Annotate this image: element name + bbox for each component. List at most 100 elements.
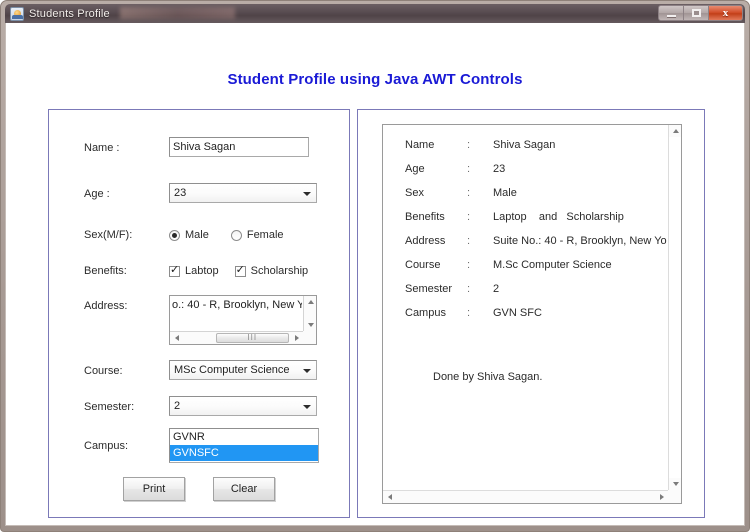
- address-horizontal-scrollbar[interactable]: III: [170, 331, 303, 344]
- list-item[interactable]: GVNSFC: [170, 445, 318, 461]
- output-key: Course: [405, 259, 441, 271]
- radio-male-icon: [169, 229, 180, 241]
- output-key: Campus: [405, 307, 446, 319]
- chevron-left-icon: [387, 494, 392, 500]
- output-key: Semester: [405, 283, 453, 295]
- semester-label: Semester:: [84, 401, 135, 413]
- address-textarea[interactable]: o.: 40 - R, Brooklyn, New York III: [169, 295, 317, 345]
- address-label: Address:: [84, 300, 128, 312]
- chevron-left-icon: [174, 335, 179, 341]
- title-bar-artifact: [120, 7, 235, 19]
- checkbox-scholarship[interactable]: Scholarship: [234, 264, 308, 277]
- campus-listbox[interactable]: GVNR GVNSFC: [169, 428, 319, 463]
- output-row: Campus : GVN SFC: [405, 307, 667, 331]
- field-row-name: Name :: [49, 137, 349, 159]
- output-row: Semester : 2: [405, 283, 667, 307]
- output-value: GVN SFC: [493, 307, 542, 319]
- output-value: Laptop and Scholarship: [493, 211, 624, 223]
- address-value: o.: 40 - R, Brooklyn, New York: [172, 299, 302, 311]
- field-row-campus: Campus: GVNR GVNSFC: [49, 428, 349, 465]
- output-key: Address: [405, 235, 446, 247]
- output-separator: :: [467, 259, 471, 271]
- output-textarea[interactable]: Name : Shiva Sagan Age : 23 Sex : Male B…: [382, 124, 682, 504]
- scroll-down-button[interactable]: [304, 319, 316, 331]
- checkbox-labtop-icon: [169, 264, 180, 277]
- benefits-label: Benefits:: [84, 265, 127, 277]
- scroll-up-button[interactable]: [669, 125, 681, 137]
- application-window: Students Profile x Student Profile using…: [0, 0, 750, 532]
- output-note: Done by Shiva Sagan.: [433, 371, 543, 383]
- field-row-semester: Semester: 2: [49, 396, 349, 418]
- scroll-left-button[interactable]: [170, 332, 183, 344]
- course-value: MSc Computer Science: [174, 364, 290, 376]
- field-row-address: Address: o.: 40 - R, Brooklyn, New York: [49, 295, 349, 347]
- scroll-down-button[interactable]: [669, 478, 681, 490]
- output-key: Sex: [405, 187, 424, 199]
- chevron-up-icon: [307, 300, 314, 304]
- radio-female-icon: [230, 229, 242, 241]
- output-row: Address : Suite No.: 40 - R, Brooklyn, N…: [405, 235, 667, 259]
- field-row-sex: Sex(M/F): Male Female: [49, 224, 349, 246]
- form-button-row: Print Clear: [49, 477, 349, 501]
- benefits-checkbox-group: Labtop Scholarship: [169, 260, 308, 282]
- list-item[interactable]: GVNR: [170, 429, 318, 445]
- chevron-right-icon: [294, 335, 299, 341]
- checkbox-scholarship-icon: [234, 264, 246, 277]
- close-icon: x: [722, 6, 729, 19]
- field-row-benefits: Benefits: Labtop Scholarship: [49, 260, 349, 282]
- radio-male-label: Male: [185, 229, 209, 241]
- scroll-track-horizontal[interactable]: III: [183, 333, 290, 343]
- chevron-down-icon: [307, 323, 314, 327]
- checkbox-labtop[interactable]: Labtop: [169, 264, 219, 277]
- output-key: Age: [405, 163, 425, 175]
- address-vertical-scrollbar[interactable]: [303, 296, 316, 331]
- clear-button[interactable]: Clear: [213, 477, 275, 501]
- output-value: M.Sc Computer Science: [493, 259, 612, 271]
- course-dropdown[interactable]: MSc Computer Science: [169, 360, 317, 380]
- age-dropdown[interactable]: 23: [169, 183, 317, 203]
- output-horizontal-scrollbar[interactable]: [383, 490, 668, 503]
- output-separator: :: [467, 235, 471, 247]
- name-input[interactable]: [169, 137, 309, 157]
- grip-icon: III: [247, 333, 258, 342]
- scroll-left-button[interactable]: [383, 491, 396, 503]
- output-row: Benefits : Laptop and Scholarship: [405, 211, 667, 235]
- minimize-button[interactable]: [659, 6, 684, 20]
- output-value: Shiva Sagan: [493, 139, 556, 151]
- output-separator: :: [467, 163, 471, 175]
- page-title: Student Profile using Java AWT Controls: [227, 71, 523, 88]
- field-row-age: Age : 23: [49, 183, 349, 205]
- chevron-right-icon: [659, 494, 664, 500]
- output-row: Age : 23: [405, 163, 667, 187]
- close-button[interactable]: x: [709, 6, 742, 20]
- semester-value: 2: [174, 400, 181, 412]
- age-value: 23: [174, 187, 187, 199]
- chevron-down-icon: [672, 482, 679, 486]
- chevron-down-icon: [303, 405, 311, 409]
- chevron-down-icon: [303, 192, 311, 196]
- scroll-thumb-horizontal[interactable]: III: [215, 333, 289, 343]
- output-separator: :: [467, 187, 471, 199]
- maximize-button[interactable]: [684, 6, 709, 20]
- campus-label: Campus:: [84, 440, 129, 452]
- output-value: Male: [493, 187, 517, 199]
- radio-male[interactable]: Male: [169, 229, 209, 241]
- output-vertical-scrollbar[interactable]: [668, 125, 681, 490]
- output-row: Name : Shiva Sagan: [405, 139, 667, 163]
- sex-label: Sex(M/F):: [84, 229, 133, 241]
- semester-dropdown[interactable]: 2: [169, 396, 317, 416]
- age-label: Age :: [84, 188, 110, 200]
- output-key: Benefits: [405, 211, 445, 223]
- scroll-up-button[interactable]: [304, 296, 316, 308]
- scroll-right-button[interactable]: [290, 332, 303, 344]
- window-controls: x: [658, 5, 743, 21]
- title-bar[interactable]: Students Profile x: [5, 4, 745, 23]
- radio-female[interactable]: Female: [230, 229, 284, 241]
- client-area: Student Profile using Java AWT Controls …: [5, 23, 745, 526]
- scroll-right-button[interactable]: [655, 491, 668, 503]
- output-separator: :: [467, 139, 471, 151]
- output-row: Sex : Male: [405, 187, 667, 211]
- java-app-icon: [10, 6, 24, 21]
- chevron-down-icon: [303, 369, 311, 373]
- print-button[interactable]: Print: [123, 477, 185, 501]
